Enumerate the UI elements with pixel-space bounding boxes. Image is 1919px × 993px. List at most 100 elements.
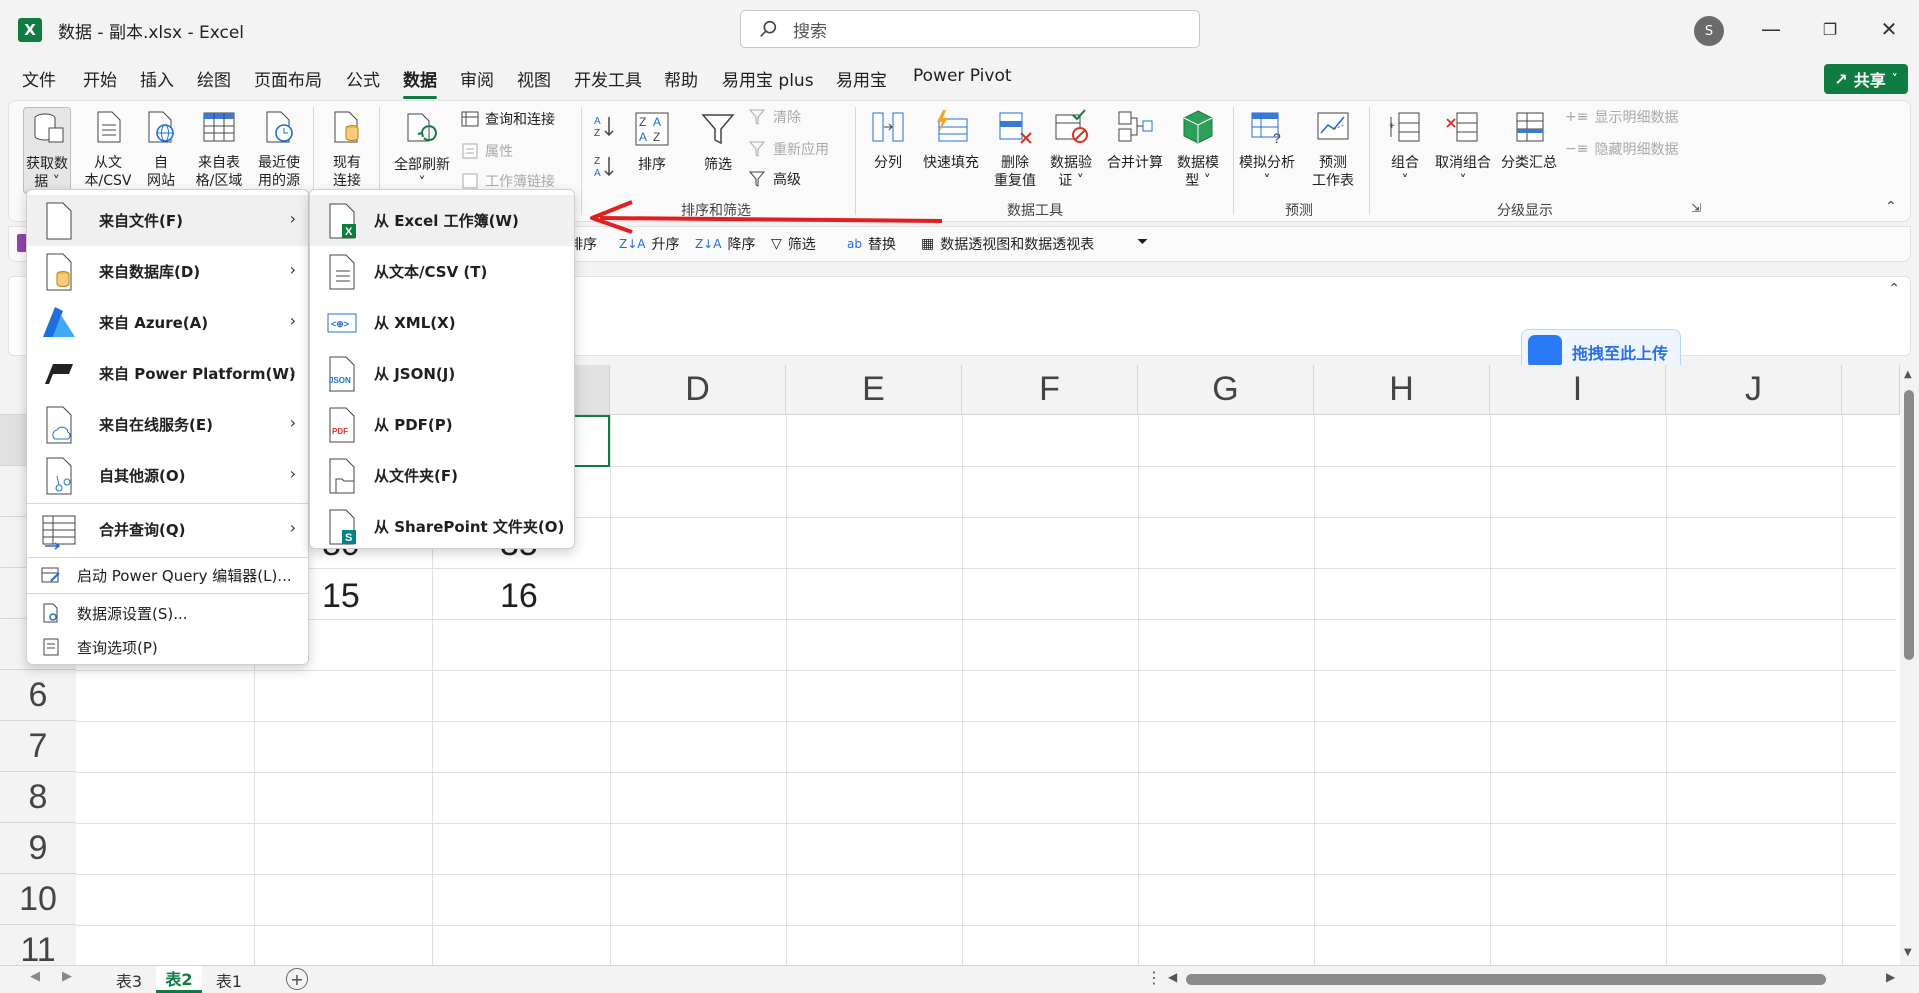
clear-filter-button[interactable]: 清除 <box>749 107 801 127</box>
qat-pivot-button[interactable]: ▦ 数据透视图和数据透视表 <box>921 234 1094 254</box>
scroll-left-icon[interactable]: ◀ <box>1168 970 1177 984</box>
from-text-csv-button[interactable]: 从文 本/CSV <box>81 109 135 190</box>
row-header-7[interactable]: 7 <box>0 721 76 772</box>
sheet-tab-2[interactable]: 表2 <box>156 966 202 993</box>
menu-from-online-services[interactable]: 来自在线服务(E) › <box>27 399 308 450</box>
menu-from-excel-workbook[interactable]: X 从 Excel 工作簿(W) <box>310 195 574 246</box>
menu-from-text-csv[interactable]: 从文本/CSV (T) <box>310 246 574 297</box>
menu-launch-power-query[interactable]: 启动 Power Query 编辑器(L)... <box>27 558 308 592</box>
cell-b5[interactable]: 15 <box>322 577 360 616</box>
column-header-d[interactable]: D <box>610 365 786 415</box>
tab-review[interactable]: 审阅 <box>460 66 494 91</box>
column-header-e[interactable]: E <box>786 365 962 415</box>
flash-fill-button[interactable]: 快速填充 <box>919 109 983 172</box>
tab-data[interactable]: 数据 <box>403 66 437 99</box>
horizontal-scroll-thumb[interactable] <box>1186 974 1826 985</box>
scroll-down-icon[interactable]: ▼ <box>1904 947 1912 958</box>
group-button[interactable]: + 组合 ˅ <box>1381 109 1429 190</box>
vertical-scrollbar[interactable]: ▲ ▼ <box>1900 365 1919 965</box>
column-header-f[interactable]: F <box>962 365 1138 415</box>
tab-insert[interactable]: 插入 <box>140 66 174 91</box>
from-table-range-button[interactable]: 来自表 格/区域 <box>191 109 247 190</box>
tab-yiyongbao-plus[interactable]: 易用宝 plus <box>722 66 814 91</box>
tab-power-pivot[interactable]: Power Pivot <box>913 66 1012 86</box>
collapse-formula-icon[interactable]: ⌃ <box>1888 281 1900 297</box>
tab-page-layout[interactable]: 页面布局 <box>254 66 322 91</box>
existing-connections-button[interactable]: 现有 连接 <box>321 109 373 190</box>
menu-combine-queries[interactable]: 合并查询(Q) › <box>27 504 308 555</box>
row-header-9[interactable]: 9 <box>0 823 76 874</box>
sheet-tab-1[interactable]: 表1 <box>206 966 252 993</box>
qat-customize-icon[interactable]: ⏷ <box>1137 234 1148 250</box>
data-validation-button[interactable]: 数据验 证 ˅ <box>1045 109 1097 190</box>
menu-query-options[interactable]: 查询选项(P) <box>27 630 308 664</box>
show-detail-button[interactable]: +≡ 显示明细数据 <box>1565 107 1678 127</box>
remove-duplicates-button[interactable]: 删除 重复值 <box>991 109 1039 190</box>
row-header-11[interactable]: 11 <box>0 925 76 965</box>
column-header-j[interactable]: J <box>1666 365 1842 415</box>
menu-from-file[interactable]: 来自文件(F) › <box>27 195 308 246</box>
column-header-i[interactable]: I <box>1490 365 1666 415</box>
tab-developer[interactable]: 开发工具 <box>574 66 642 91</box>
workbook-links-button[interactable]: 工作簿链接 <box>461 171 555 191</box>
hide-detail-button[interactable]: −≡ 隐藏明细数据 <box>1565 139 1678 159</box>
recent-sources-button[interactable]: 最近使 用的源 <box>251 109 307 190</box>
row-header-10[interactable]: 10 <box>0 874 76 925</box>
tab-formulas[interactable]: 公式 <box>346 66 380 91</box>
prev-sheet-icon[interactable]: ◀ <box>30 969 40 984</box>
ungroup-button[interactable]: 取消组合 ˅ <box>1431 109 1495 190</box>
menu-from-azure[interactable]: 来自 Azure(A) › <box>27 297 308 348</box>
filter-button[interactable]: 筛选 <box>695 111 741 174</box>
forecast-sheet-button[interactable]: 预测 工作表 <box>1305 109 1361 190</box>
row-header-6[interactable]: 6 <box>0 670 76 721</box>
column-header-k[interactable] <box>1842 365 1900 415</box>
sort-z-a-button[interactable]: ZA <box>593 153 617 179</box>
tab-draw[interactable]: 绘图 <box>197 66 231 91</box>
more-options-icon[interactable]: ⋮ <box>1146 968 1162 987</box>
get-data-button[interactable]: 获取数 据 ˅ <box>23 107 71 194</box>
tab-yiyongbao[interactable]: 易用宝 <box>836 66 887 91</box>
properties-button[interactable]: 属性 <box>461 141 513 161</box>
cell-c5[interactable]: 16 <box>500 577 538 616</box>
next-sheet-icon[interactable]: ▶ <box>62 969 72 984</box>
share-button[interactable]: ↗ 共享 ˅ <box>1824 64 1908 94</box>
menu-from-folder[interactable]: 从文件夹(F) <box>310 450 574 501</box>
tab-home[interactable]: 开始 <box>83 66 117 91</box>
consolidate-button[interactable]: 合并计算 <box>1101 109 1169 172</box>
advanced-filter-button[interactable]: 高级 <box>749 169 801 189</box>
menu-from-power-platform[interactable]: 来自 Power Platform(W) › <box>27 348 308 399</box>
what-if-analysis-button[interactable]: ? 模拟分析 ˅ <box>1231 109 1303 190</box>
minimize-icon[interactable]: — <box>1756 14 1786 44</box>
add-sheet-icon[interactable]: + <box>286 968 308 990</box>
tab-file[interactable]: 文件 <box>22 66 56 91</box>
menu-from-pdf[interactable]: PDF 从 PDF(P) <box>310 399 574 450</box>
sheet-tab-3[interactable]: 表3 <box>106 966 152 993</box>
from-web-button[interactable]: 自 网站 <box>139 109 183 190</box>
restore-icon[interactable]: ❐ <box>1815 14 1845 44</box>
dialog-launcher-icon[interactable]: ⇲ <box>1691 201 1701 215</box>
close-icon[interactable]: ✕ <box>1874 14 1904 44</box>
scroll-right-icon[interactable]: ▶ <box>1886 970 1895 984</box>
search-box[interactable]: 搜索 <box>740 10 1200 48</box>
sort-button[interactable]: ZAAZ 排序 <box>629 111 675 174</box>
menu-from-json[interactable]: JSON 从 JSON(J) <box>310 348 574 399</box>
menu-from-xml[interactable]: <⊕> 从 XML(X) <box>310 297 574 348</box>
refresh-all-button[interactable]: 全部刷新 ˅ <box>387 111 457 192</box>
scroll-up-icon[interactable]: ▲ <box>1904 369 1912 380</box>
column-header-h[interactable]: H <box>1314 365 1490 415</box>
tab-view[interactable]: 视图 <box>517 66 551 91</box>
data-model-button[interactable]: 数据模 型 ˅ <box>1171 109 1225 190</box>
row-header-8[interactable]: 8 <box>0 772 76 823</box>
menu-data-source-settings[interactable]: 数据源设置(S)... <box>27 596 308 630</box>
collapse-ribbon-icon[interactable]: ⌃ <box>1885 199 1897 215</box>
text-to-columns-button[interactable]: 分列 <box>867 109 909 172</box>
subtotal-button[interactable]: 分类汇总 <box>1497 109 1561 172</box>
tab-help[interactable]: 帮助 <box>664 66 698 91</box>
sort-a-z-button[interactable]: AZ <box>593 113 617 139</box>
reapply-button[interactable]: 重新应用 <box>749 139 829 159</box>
avatar[interactable]: S <box>1694 16 1724 46</box>
column-header-g[interactable]: G <box>1138 365 1314 415</box>
menu-from-database[interactable]: 来自数据库(D) › <box>27 246 308 297</box>
menu-from-sharepoint-folder[interactable]: S 从 SharePoint 文件夹(O) <box>310 501 574 552</box>
vertical-scroll-thumb[interactable] <box>1904 390 1914 660</box>
